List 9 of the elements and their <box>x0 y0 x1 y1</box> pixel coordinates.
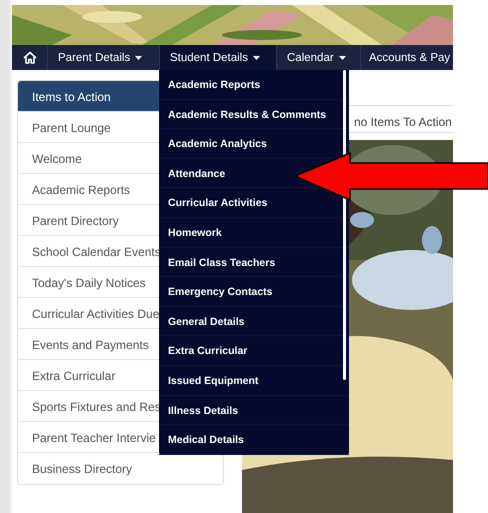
caret-icon <box>135 56 142 60</box>
caret-icon <box>338 56 346 60</box>
nav-menu-item[interactable]: Student Details <box>160 45 277 70</box>
empty-message: no Items To Action <box>354 115 452 129</box>
sidebar-item[interactable]: Business Directory <box>18 453 223 484</box>
home-icon <box>22 51 36 64</box>
nav-menu-item[interactable]: Accounts & Pay <box>361 45 453 70</box>
caret-icon <box>253 56 260 60</box>
dropdown-item[interactable]: Homework <box>168 226 222 239</box>
